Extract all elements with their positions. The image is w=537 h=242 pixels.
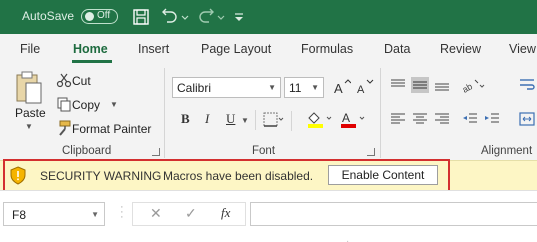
tab-view[interactable]: View xyxy=(509,42,536,56)
alignment-group-label: Alignment xyxy=(481,145,533,157)
insert-function-icon[interactable]: fx xyxy=(221,205,230,221)
scissors-icon xyxy=(56,72,72,88)
customize-toolbar-icon[interactable] xyxy=(232,7,246,27)
bottom-align-icon[interactable] xyxy=(433,77,451,93)
orientation-icon[interactable]: ab xyxy=(460,77,487,95)
increase-font-size-icon[interactable]: A xyxy=(333,78,352,96)
align-right-icon[interactable] xyxy=(433,111,451,127)
name-box[interactable]: F8 ▼ xyxy=(3,202,105,226)
format-painter-icon xyxy=(56,120,72,136)
middle-align-icon[interactable] xyxy=(411,77,429,93)
font-size-value: 11 xyxy=(289,81,302,95)
formula-bar-resize-handle[interactable]: · · · xyxy=(120,202,124,223)
copy-dropdown-icon[interactable]: ▼ xyxy=(110,100,118,109)
decrease-indent-icon[interactable] xyxy=(461,111,479,127)
cancel-icon[interactable]: ✕ xyxy=(150,205,162,222)
undo-icon[interactable] xyxy=(160,7,180,27)
font-color-icon[interactable]: A xyxy=(339,109,367,129)
tab-review[interactable]: Review xyxy=(440,42,481,56)
svg-text:A: A xyxy=(357,84,365,96)
security-warning-message: Macros have been disabled. xyxy=(163,169,314,183)
tab-data[interactable]: Data xyxy=(384,42,410,56)
corner-handle-icon: ⌟ xyxy=(345,236,349,242)
autosave-state: Off xyxy=(97,10,111,21)
group-divider xyxy=(164,68,165,158)
font-group-label: Font xyxy=(252,145,276,157)
ribbon: Paste ▼ Cut Copy ▼ Format Painter Clipbo… xyxy=(0,64,537,160)
autosave-toggle[interactable]: Off xyxy=(81,9,118,24)
bold-button[interactable]: B xyxy=(181,111,190,127)
font-name-select[interactable]: Calibri ▼ xyxy=(172,77,281,98)
svg-text:ab: ab xyxy=(461,81,474,93)
format-painter-label: Format Painter xyxy=(72,122,152,136)
borders-icon[interactable] xyxy=(262,111,284,129)
autosave-label: AutoSave xyxy=(22,9,75,23)
enable-content-button[interactable]: Enable Content xyxy=(328,165,438,185)
copy-button[interactable]: Copy ▼ xyxy=(52,96,122,114)
toggle-knob xyxy=(85,12,94,21)
font-dialog-launcher-icon[interactable] xyxy=(367,148,375,156)
align-left-icon[interactable] xyxy=(389,111,407,127)
merge-center-icon[interactable] xyxy=(518,111,536,127)
top-align-icon[interactable] xyxy=(389,77,407,93)
fill-color-icon[interactable] xyxy=(306,109,334,129)
group-divider xyxy=(380,68,381,158)
active-tab-indicator xyxy=(72,60,112,63)
save-icon[interactable] xyxy=(131,7,151,27)
formula-input[interactable] xyxy=(250,202,537,226)
chevron-down-icon[interactable]: ▼ xyxy=(91,210,99,219)
tab-insert[interactable]: Insert xyxy=(138,42,169,56)
cut-label: Cut xyxy=(72,74,91,88)
tab-page-layout[interactable]: Page Layout xyxy=(201,42,271,56)
svg-text:A: A xyxy=(342,111,350,125)
underline-button[interactable]: U xyxy=(226,111,235,127)
svg-text:A: A xyxy=(334,81,343,96)
clipboard-group-label: Clipboard xyxy=(62,145,112,157)
clipboard-dialog-launcher-icon[interactable] xyxy=(152,148,160,156)
underline-dropdown-icon[interactable]: ▼ xyxy=(241,116,249,125)
font-size-select[interactable]: 11 ▼ xyxy=(284,77,324,98)
redo-icon[interactable] xyxy=(196,7,216,27)
wrap-text-icon[interactable] xyxy=(518,77,536,93)
divider xyxy=(291,111,292,131)
copy-label: Copy xyxy=(72,98,101,112)
divider xyxy=(255,110,256,130)
ribbon-tabs: File Home Insert Page Layout Formulas Da… xyxy=(0,34,537,64)
chevron-down-icon: ▼ xyxy=(311,83,319,92)
decrease-font-size-icon[interactable]: A xyxy=(356,78,374,96)
font-name-value: Calibri xyxy=(177,81,212,95)
align-center-icon[interactable] xyxy=(411,111,429,127)
title-bar: AutoSave Off xyxy=(0,0,537,34)
undo-dropdown-icon[interactable] xyxy=(180,7,190,27)
paste-icon[interactable] xyxy=(14,70,44,108)
enter-icon[interactable]: ✓ xyxy=(185,205,197,222)
shield-warning-icon xyxy=(9,166,27,185)
redo-dropdown-icon[interactable] xyxy=(216,7,226,27)
italic-button[interactable]: I xyxy=(205,111,209,127)
increase-indent-icon[interactable] xyxy=(483,111,501,127)
paste-dropdown-icon[interactable]: ▼ xyxy=(25,122,33,131)
tab-file[interactable]: File xyxy=(20,42,40,56)
tab-formulas[interactable]: Formulas xyxy=(301,42,353,56)
tab-home[interactable]: Home xyxy=(73,42,108,56)
copy-icon xyxy=(56,96,72,112)
paste-button[interactable]: Paste xyxy=(15,106,46,120)
cell-reference: F8 xyxy=(12,208,27,222)
security-warning-title: SECURITY WARNING xyxy=(40,169,162,183)
chevron-down-icon: ▼ xyxy=(268,83,276,92)
